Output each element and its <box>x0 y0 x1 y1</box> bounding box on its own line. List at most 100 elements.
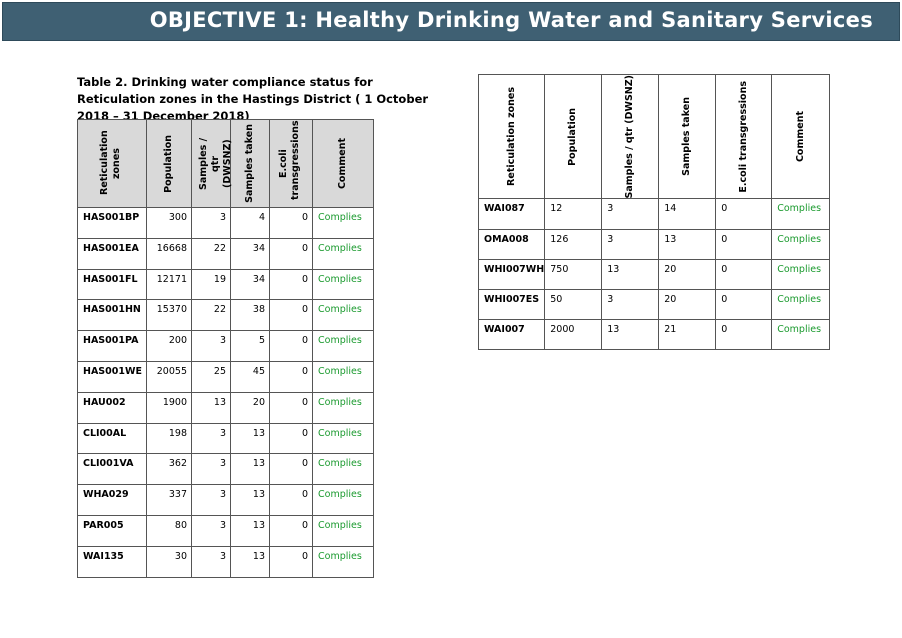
cell-ecoli: 0 <box>715 228 773 260</box>
cell-samples-qtr: 19 <box>191 268 231 301</box>
cell-samples-taken: 13 <box>230 422 270 455</box>
cell-samples-taken: 34 <box>230 237 270 270</box>
cell-zone: WHI007WH <box>477 258 546 291</box>
cell-population: 126 <box>544 228 603 260</box>
cell-ecoli: 0 <box>269 330 313 362</box>
cell-ecoli: 0 <box>269 514 313 547</box>
cell-samples-taken: 34 <box>230 268 270 301</box>
cell-population: 12171 <box>146 268 192 301</box>
cell-zone: HAS001HN <box>77 299 147 332</box>
col-header-zones: Reticulation zones <box>77 119 147 208</box>
table-header-row: Reticulation zones Population Samples / … <box>477 73 831 200</box>
cell-comment: Complies <box>312 391 374 424</box>
cell-samples-qtr: 3 <box>601 228 660 260</box>
cell-samples-qtr: 25 <box>191 360 231 393</box>
cell-zone: HAS001BP <box>77 207 147 239</box>
cell-ecoli: 0 <box>269 299 313 332</box>
cell-zone: PAR005 <box>77 514 147 547</box>
cell-population: 16668 <box>146 237 192 270</box>
cell-samples-qtr: 13 <box>191 391 231 424</box>
cell-samples-taken: 4 <box>230 207 270 239</box>
cell-zone: WAI007 <box>477 319 546 351</box>
cell-samples-qtr: 3 <box>191 422 231 455</box>
cell-samples-qtr: 22 <box>191 299 231 332</box>
cell-comment: Complies <box>771 228 831 260</box>
cell-population: 750 <box>544 258 603 291</box>
cell-comment: Complies <box>312 299 374 332</box>
cell-population: 200 <box>146 330 192 362</box>
cell-comment: Complies <box>312 422 374 455</box>
cell-ecoli: 0 <box>269 268 313 301</box>
table-row: HAS001FL 12171 19 34 0 Complies <box>77 268 374 301</box>
compliance-table-1: Reticulation zones Population Samples / … <box>77 119 374 578</box>
cell-samples-taken: 13 <box>230 545 270 578</box>
cell-ecoli: 0 <box>715 258 773 291</box>
table-header-row: Reticulation zones Population Samples / … <box>77 119 374 208</box>
cell-population: 300 <box>146 207 192 239</box>
cell-comment: Complies <box>312 360 374 393</box>
cell-samples-taken: 20 <box>658 289 717 321</box>
col-header-population: Population <box>146 119 192 208</box>
cell-samples-taken: 45 <box>230 360 270 393</box>
cell-samples-taken: 20 <box>658 258 717 291</box>
cell-ecoli: 0 <box>269 360 313 393</box>
table-row: HAS001HN 15370 22 38 0 Complies <box>77 299 374 332</box>
cell-samples-taken: 38 <box>230 299 270 332</box>
cell-population: 1900 <box>146 391 192 424</box>
cell-samples-qtr: 3 <box>191 330 231 362</box>
cell-population: 20055 <box>146 360 192 393</box>
cell-comment: Complies <box>771 319 831 351</box>
cell-comment: Complies <box>312 484 374 516</box>
cell-zone: HAS001PA <box>77 330 147 362</box>
cell-comment: Complies <box>771 198 831 230</box>
cell-samples-qtr: 22 <box>191 237 231 270</box>
cell-samples-taken: 13 <box>230 453 270 486</box>
table-row: CLI001VA 362 3 13 0 Complies <box>77 453 374 486</box>
page-banner: OBJECTIVE 1: Healthy Drinking Water and … <box>2 2 900 41</box>
col-header-ecoli: E.coli transgressions <box>715 73 773 200</box>
table-row: WHA029 337 3 13 0 Complies <box>77 484 374 516</box>
col-header-comment: Comment <box>771 73 831 200</box>
table-row: HAU002 1900 13 20 0 Complies <box>77 391 374 424</box>
cell-ecoli: 0 <box>269 237 313 270</box>
cell-zone: HAS001EA <box>77 237 147 270</box>
cell-ecoli: 0 <box>715 289 773 321</box>
table-row: WHI007WH 750 13 20 0 Complies <box>477 258 831 291</box>
table1-caption: Table 2. Drinking water compliance statu… <box>77 75 429 123</box>
table-row: WAI007 2000 13 21 0 Complies <box>477 319 831 351</box>
cell-samples-qtr: 3 <box>601 289 660 321</box>
cell-comment: Complies <box>312 268 374 301</box>
cell-population: 198 <box>146 422 192 455</box>
cell-ecoli: 0 <box>715 198 773 230</box>
cell-zone: HAS001FL <box>77 268 147 301</box>
col-header-samples-qtr: Samples / qtr (DWSNZ) <box>601 73 660 200</box>
table-row: OMA008 126 3 13 0 Complies <box>477 228 831 260</box>
cell-samples-qtr: 13 <box>601 319 660 351</box>
cell-ecoli: 0 <box>269 391 313 424</box>
table-row: WAI135 30 3 13 0 Complies <box>77 545 374 578</box>
cell-samples-qtr: 3 <box>191 484 231 516</box>
table-row: HAS001EA 16668 22 34 0 Complies <box>77 237 374 270</box>
cell-zone: WAI087 <box>477 198 546 230</box>
cell-samples-taken: 13 <box>230 484 270 516</box>
cell-population: 50 <box>544 289 603 321</box>
col-header-comment: Comment <box>312 119 374 208</box>
cell-zone: OMA008 <box>477 228 546 260</box>
col-header-samples-taken: Samples taken <box>658 73 717 200</box>
col-header-ecoli: E.coli transgressions <box>269 119 313 208</box>
cell-comment: Complies <box>312 330 374 362</box>
cell-zone: HAS001WE <box>77 360 147 393</box>
cell-comment: Complies <box>312 545 374 578</box>
col-header-zones: Reticulation zones <box>477 73 546 200</box>
cell-zone: CLI00AL <box>77 422 147 455</box>
cell-ecoli: 0 <box>269 422 313 455</box>
cell-population: 15370 <box>146 299 192 332</box>
cell-samples-taken: 20 <box>230 391 270 424</box>
compliance-table-2: Reticulation zones Population Samples / … <box>477 73 831 351</box>
cell-samples-qtr: 3 <box>191 207 231 239</box>
cell-samples-taken: 5 <box>230 330 270 362</box>
cell-samples-qtr: 13 <box>601 258 660 291</box>
cell-comment: Complies <box>312 237 374 270</box>
cell-ecoli: 0 <box>269 484 313 516</box>
cell-ecoli: 0 <box>715 319 773 351</box>
